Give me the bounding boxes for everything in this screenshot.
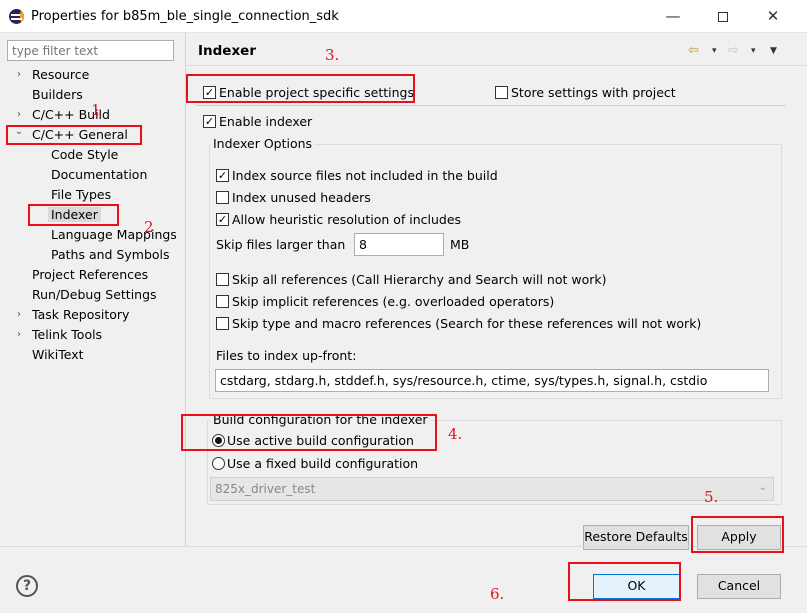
- tree-item-run-debug[interactable]: Run/Debug Settings: [32, 285, 157, 305]
- chevron-right-icon[interactable]: ›: [14, 305, 24, 325]
- indexer-options-title: Indexer Options: [211, 136, 315, 152]
- help-icon[interactable]: ?: [16, 575, 38, 597]
- index-unused-checkbox[interactable]: [216, 191, 229, 204]
- heuristic-checkbox[interactable]: ✓: [216, 213, 229, 226]
- cancel-button[interactable]: Cancel: [697, 574, 781, 599]
- annotation-number-3: 3.: [325, 46, 340, 64]
- annotation-number-2: 2: [144, 218, 154, 236]
- store-settings-label: Store settings with project: [511, 85, 676, 100]
- skip-implicit-label: Skip implicit references (e.g. overloade…: [232, 294, 555, 309]
- store-settings-checkbox[interactable]: [495, 86, 508, 99]
- skip-all-label: Skip all references (Call Hierarchy and …: [232, 272, 607, 287]
- maximize-button[interactable]: [700, 0, 746, 32]
- fixed-config-value: 825x_driver_test: [215, 482, 316, 496]
- tree-item-label: Language Mappings: [51, 227, 177, 242]
- upfront-label: Files to index up-front:: [216, 348, 357, 363]
- enable-indexer-checkbox[interactable]: ✓: [203, 115, 216, 128]
- skip-all-checkbox[interactable]: [216, 273, 229, 286]
- window-title: Properties for b85m_ble_single_connectio…: [31, 9, 339, 24]
- filter-input[interactable]: [7, 40, 174, 61]
- skip-type-label: Skip type and macro references (Search f…: [232, 316, 702, 331]
- tree-item-paths-symbols[interactable]: Paths and Symbols: [51, 245, 170, 265]
- title-bar: Properties for b85m_ble_single_connectio…: [0, 0, 807, 33]
- annotation-box-3: [186, 74, 415, 103]
- back-arrow-icon[interactable]: ⇦: [688, 43, 699, 58]
- close-button[interactable]: ✕: [750, 0, 796, 32]
- forward-dropdown-icon[interactable]: ▾: [751, 46, 756, 56]
- enable-indexer-label: Enable indexer: [219, 114, 313, 129]
- tree-item-documentation[interactable]: Documentation: [51, 165, 147, 185]
- tree-item-label: Telink Tools: [32, 327, 103, 342]
- skip-type-checkbox[interactable]: [216, 317, 229, 330]
- back-dropdown-icon[interactable]: ▾: [712, 46, 717, 56]
- tree-item-label: Builders: [32, 87, 83, 102]
- section-divider: [196, 105, 786, 106]
- tree-item-file-types[interactable]: File Types: [51, 185, 111, 205]
- tree-item-project-references[interactable]: Project References: [32, 265, 148, 285]
- annotation-number-6: 6.: [490, 585, 505, 603]
- use-fixed-radio[interactable]: [212, 457, 225, 470]
- tree-item-label: File Types: [51, 187, 112, 202]
- annotation-box-2: [28, 204, 119, 226]
- use-fixed-label: Use a fixed build configuration: [227, 456, 419, 471]
- upfront-input[interactable]: cstdarg, stdarg.h, stddef.h, sys/resourc…: [215, 369, 769, 392]
- annotation-number-4: 4.: [448, 425, 463, 443]
- eclipse-icon: [9, 9, 24, 24]
- chevron-right-icon[interactable]: ›: [14, 65, 24, 85]
- tree-item-language-mappings[interactable]: Language Mappings: [51, 225, 177, 245]
- index-source-label: Index source files not included in the b…: [232, 168, 498, 183]
- annotation-box-1: [6, 125, 142, 145]
- annotation-box-6: [568, 562, 681, 601]
- annotation-box-4: [181, 414, 437, 451]
- skip-implicit-checkbox[interactable]: [216, 295, 229, 308]
- tree-item-label: WikiText: [32, 347, 84, 362]
- tree-item-builders[interactable]: Builders: [32, 85, 83, 105]
- tree-item-label: Task Repository: [32, 307, 130, 322]
- view-menu-icon[interactable]: ▼: [770, 46, 777, 56]
- annotation-number-1: 1: [91, 101, 101, 119]
- fixed-config-select[interactable]: 825x_driver_test ⌄: [210, 477, 774, 501]
- page-title: Indexer: [198, 43, 256, 59]
- tree-item-label: Paths and Symbols: [51, 247, 170, 262]
- minimize-button[interactable]: —: [650, 0, 696, 32]
- maximize-icon: [718, 11, 728, 22]
- tree-item-label: Project References: [32, 267, 149, 282]
- skip-larger-unit: MB: [450, 237, 470, 252]
- footer-divider: [0, 546, 807, 547]
- annotation-box-5: [691, 516, 784, 553]
- forward-arrow-icon[interactable]: ⇨: [728, 43, 739, 58]
- tree-item-label: Run/Debug Settings: [32, 287, 157, 302]
- annotation-number-5: 5.: [704, 488, 719, 506]
- heuristic-label: Allow heuristic resolution of includes: [232, 212, 462, 227]
- tree-item-code-style[interactable]: Code Style: [51, 145, 118, 165]
- index-unused-label: Index unused headers: [232, 190, 371, 205]
- skip-larger-label: Skip files larger than: [216, 237, 346, 252]
- pane-splitter[interactable]: [185, 33, 186, 546]
- header-divider: [186, 65, 807, 66]
- tree-item-label: Code Style: [51, 147, 119, 162]
- skip-larger-input[interactable]: 8: [354, 233, 444, 256]
- tree-item-label: Resource: [32, 67, 90, 82]
- tree-item-wikitext[interactable]: WikiText: [32, 345, 84, 365]
- tree-item-label: Documentation: [51, 167, 148, 182]
- chevron-right-icon[interactable]: ›: [14, 325, 24, 345]
- chevron-down-icon: ⌄: [758, 482, 767, 493]
- index-source-checkbox[interactable]: ✓: [216, 169, 229, 182]
